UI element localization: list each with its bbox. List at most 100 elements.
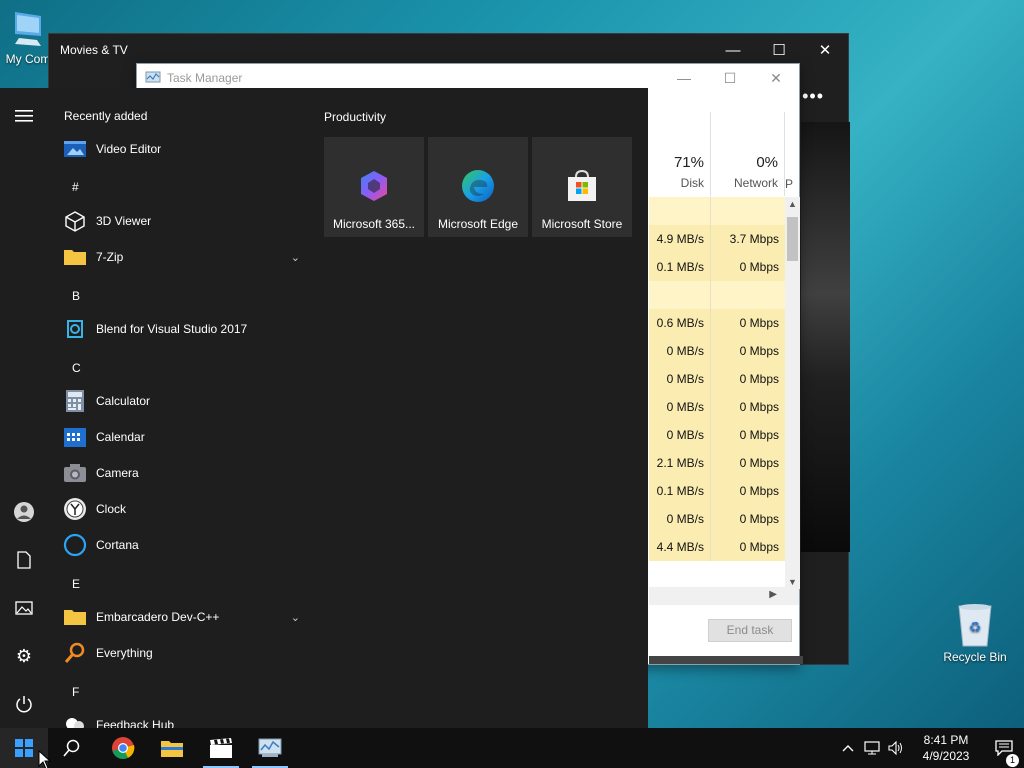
calculator-icon	[62, 388, 88, 414]
letter-header-b[interactable]: B	[72, 289, 80, 303]
video-editor-icon	[62, 136, 88, 162]
search-button[interactable]	[48, 728, 96, 768]
network-cell	[711, 197, 785, 225]
movies-tv-titlebar[interactable]: Movies & TV — ☐ ✕	[49, 34, 848, 66]
clapperboard-icon	[210, 738, 232, 758]
network-label: Network	[733, 176, 778, 190]
settings-gear-icon[interactable]: ⚙	[12, 644, 36, 668]
folder-icon	[62, 244, 88, 270]
volume-icon[interactable]	[884, 741, 908, 755]
app-list[interactable]: Recently added Video Editor # 3D Viewer …	[48, 88, 308, 728]
disk-cell: 4.9 MB/s	[649, 225, 711, 253]
documents-icon[interactable]	[12, 548, 36, 572]
taskbar-file-explorer[interactable]	[148, 728, 196, 768]
disk-cell: 0 MB/s	[649, 421, 711, 449]
taskbar-movies-tv[interactable]	[197, 728, 245, 768]
feedback-hub-icon	[62, 712, 88, 728]
folder-icon	[62, 604, 88, 630]
network-cell: 0 Mbps	[711, 393, 785, 421]
tile-label: Microsoft Edge	[437, 217, 519, 231]
disk-cell: 4.4 MB/s	[649, 533, 711, 561]
maximize-button[interactable]: ☐	[756, 34, 802, 66]
chevron-down-icon[interactable]: ⌄	[291, 611, 300, 624]
app-label: Embarcadero Dev-C++	[96, 610, 220, 624]
scroll-down-icon[interactable]: ▼	[788, 577, 797, 587]
system-tray: 8:41 PM 4/9/2023 1	[836, 728, 1024, 768]
my-computer-label: My Com	[5, 52, 51, 66]
computer-icon	[15, 12, 41, 46]
app-video-editor[interactable]: Video Editor	[48, 131, 308, 167]
close-button[interactable]: ✕	[802, 34, 848, 66]
more-options-button[interactable]: •••	[802, 86, 824, 107]
scroll-up-icon[interactable]: ▲	[788, 199, 797, 209]
disk-cell: 0 MB/s	[649, 505, 711, 533]
action-center-button[interactable]: 1	[984, 740, 1024, 767]
network-column-header[interactable]: 0% Network	[711, 112, 785, 196]
app-calendar[interactable]: Calendar	[48, 419, 308, 455]
scroll-thumb[interactable]	[787, 217, 798, 261]
productivity-group-title[interactable]: Productivity	[324, 110, 386, 124]
network-icon[interactable]	[860, 741, 884, 755]
network-percent: 0%	[756, 154, 778, 171]
power-icon[interactable]	[12, 692, 36, 716]
camera-icon	[62, 460, 88, 486]
clock[interactable]: 8:41 PM 4/9/2023	[908, 732, 984, 764]
cube-icon	[62, 208, 88, 234]
svg-text:♻: ♻	[969, 620, 982, 636]
app-clock[interactable]: Clock	[48, 491, 308, 527]
horizontal-scrollbar[interactable]: ▶	[649, 587, 799, 605]
network-cell: 0 Mbps	[711, 365, 785, 393]
tile-microsoft-edge[interactable]: Microsoft Edge	[428, 137, 528, 237]
disk-column-header[interactable]: 71% Disk	[649, 112, 711, 196]
power-label: P	[785, 177, 794, 191]
app-label: Blend for Visual Studio 2017	[96, 322, 248, 336]
app-label: 7-Zip	[96, 250, 124, 264]
hamburger-menu-icon[interactable]	[12, 104, 36, 128]
recycle-bin-label: Recycle Bin	[943, 650, 1007, 664]
end-task-button[interactable]: End task	[708, 619, 792, 642]
letter-header-hash[interactable]: #	[72, 180, 79, 194]
edge-icon	[462, 170, 494, 202]
app-cortana[interactable]: Cortana	[48, 527, 308, 563]
scroll-right-icon[interactable]: ▶	[769, 589, 777, 600]
chevron-up-icon[interactable]	[836, 744, 860, 752]
chevron-down-icon[interactable]: ⌄	[291, 251, 300, 264]
app-feedback-hub[interactable]: Feedback Hub	[48, 707, 308, 728]
taskbar-chrome[interactable]	[99, 728, 147, 768]
tile-microsoft-365[interactable]: Microsoft 365...	[324, 137, 424, 237]
app-7zip-folder[interactable]: 7-Zip ⌄	[48, 239, 308, 275]
user-account-icon[interactable]	[12, 500, 36, 524]
letter-header-e[interactable]: E	[72, 577, 80, 591]
recycle-bin-desktop-icon[interactable]: ♻ Recycle Bin	[937, 602, 1013, 664]
network-cell: 0 Mbps	[711, 421, 785, 449]
power-column-header[interactable]: P	[785, 112, 799, 196]
app-calculator[interactable]: Calculator	[48, 383, 308, 419]
tile-microsoft-store[interactable]: Microsoft Store	[532, 137, 632, 237]
window-title: Task Manager	[167, 71, 243, 85]
close-button[interactable]: ✕	[753, 64, 799, 92]
partial-thumbnail	[649, 656, 803, 664]
blend-icon	[62, 316, 88, 342]
app-label: Clock	[96, 502, 127, 516]
letter-header-c[interactable]: C	[72, 361, 81, 375]
app-camera[interactable]: Camera	[48, 455, 308, 491]
magnifier-icon	[62, 640, 88, 666]
recently-added-header: Recently added	[64, 109, 148, 123]
clock-date: 4/9/2023	[922, 749, 970, 763]
maximize-button[interactable]: ☐	[707, 64, 753, 92]
pictures-icon[interactable]	[12, 596, 36, 620]
start-menu: ⚙ Recently added Video Editor # 3D Viewe…	[0, 88, 648, 728]
app-blend-vs[interactable]: Blend for Visual Studio 2017	[48, 311, 308, 347]
file-explorer-icon	[161, 741, 183, 757]
network-cell: 0 Mbps	[711, 449, 785, 477]
vertical-scrollbar[interactable]: ▲ ▼	[785, 197, 800, 589]
minimize-button[interactable]: —	[661, 64, 707, 92]
app-3d-viewer[interactable]: 3D Viewer	[48, 203, 308, 239]
app-everything[interactable]: Everything	[48, 635, 308, 671]
app-embarcadero-folder[interactable]: Embarcadero Dev-C++ ⌄	[48, 599, 308, 635]
disk-cell: 2.1 MB/s	[649, 449, 711, 477]
minimize-button[interactable]: —	[710, 34, 756, 66]
taskbar-task-manager[interactable]	[246, 728, 294, 768]
letter-header-f[interactable]: F	[72, 685, 79, 699]
app-label: Cortana	[96, 538, 139, 552]
